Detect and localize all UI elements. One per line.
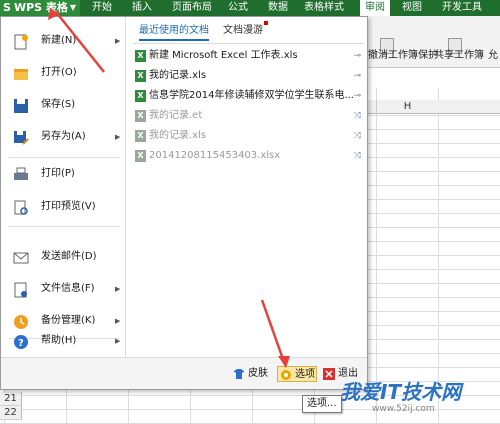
watermark-text: 我爱IT技术网 xyxy=(340,380,462,404)
arrowhead-options xyxy=(278,356,290,368)
arrow-to-options xyxy=(260,299,286,363)
arrow-to-wps-menu xyxy=(55,11,105,73)
watermark: 我爱IT技术网 www.52ij.com xyxy=(312,374,498,422)
watermark-url: www.52ij.com xyxy=(372,404,435,414)
annotation-arrows xyxy=(48,8,290,368)
arrowhead-wps-menu xyxy=(48,8,60,20)
